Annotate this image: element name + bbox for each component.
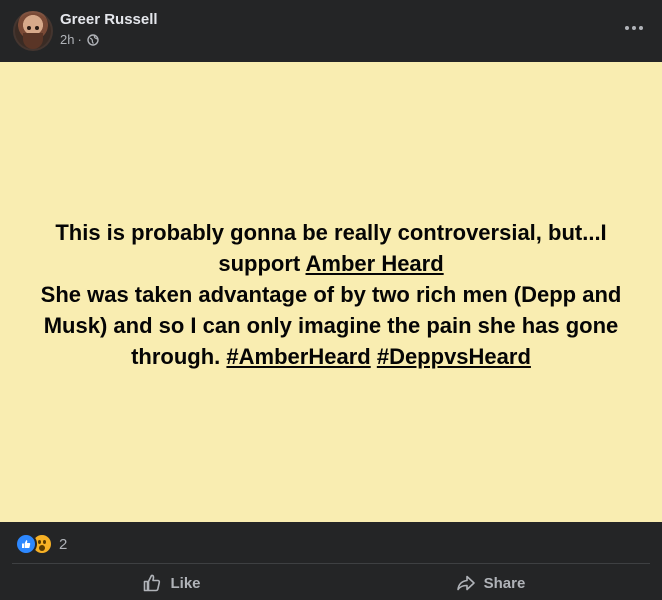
post-meta: 2h · xyxy=(60,32,99,47)
post-actions: Like Share xyxy=(12,566,650,600)
reactions-summary[interactable]: 2 xyxy=(15,533,67,555)
post-text: This is probably gonna be really controv… xyxy=(31,217,631,372)
author-avatar[interactable] xyxy=(13,11,53,51)
hashtag-link[interactable]: #DeppvsHeard xyxy=(377,344,531,369)
share-arrow-icon xyxy=(456,573,476,593)
like-button[interactable]: Like xyxy=(12,566,331,600)
post-time[interactable]: 2h xyxy=(60,32,74,47)
facebook-post: Greer Russell 2h · This is probably gonn… xyxy=(0,0,662,600)
author-name[interactable]: Greer Russell xyxy=(60,11,158,28)
hashtag-link[interactable]: #AmberHeard xyxy=(226,344,370,369)
globe-icon[interactable] xyxy=(87,33,99,46)
share-label: Share xyxy=(483,574,526,592)
actions-divider xyxy=(12,563,650,564)
like-reaction-icon xyxy=(15,533,37,555)
post-content: This is probably gonna be really controv… xyxy=(0,62,662,522)
reaction-count[interactable]: 2 xyxy=(59,536,67,553)
mention-link[interactable]: Amber Heard xyxy=(306,251,444,276)
more-horizontal-icon xyxy=(625,26,629,30)
post-header: Greer Russell 2h · xyxy=(0,0,662,60)
share-button[interactable]: Share xyxy=(331,566,650,600)
meta-separator: · xyxy=(77,32,82,47)
thumbs-up-icon xyxy=(142,573,162,593)
more-options-button[interactable] xyxy=(616,14,652,42)
like-label: Like xyxy=(170,574,201,592)
